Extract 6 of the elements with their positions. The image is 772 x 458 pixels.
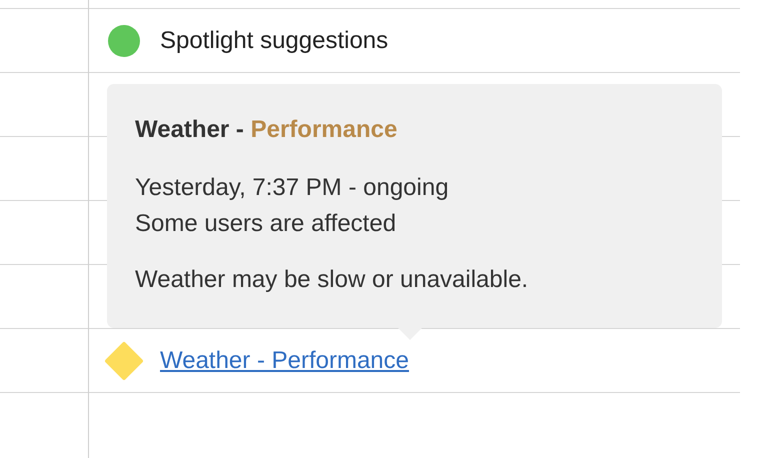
tooltip-title: Weather - Performance [135,116,398,144]
service-label: Spotlight suggestions [160,26,388,54]
issue-link[interactable]: Weather - Performance [160,346,409,374]
tooltip-time: Yesterday, 7:37 PM - ongoing [135,173,450,203]
tooltip-message: Weather may be slow or unavailable. [135,265,530,295]
tooltip-scope: Some users are affected [135,209,398,239]
